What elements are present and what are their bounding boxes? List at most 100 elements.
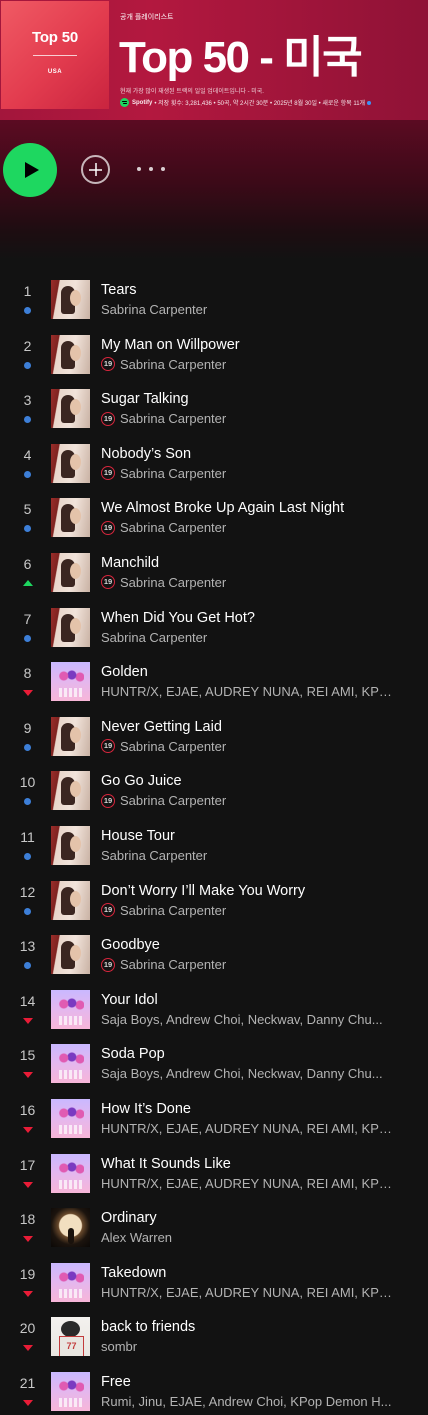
track-artist[interactable]: Saja Boys, Andrew Choi, Neckwav, Danny C… — [101, 1066, 383, 1081]
track-artist-line: 19 Sabrina Carpenter — [101, 466, 393, 481]
track-number: 19 — [19, 1265, 36, 1282]
album-art[interactable] — [51, 1371, 90, 1411]
track-artist[interactable]: Sabrina Carpenter — [120, 520, 226, 535]
track-title[interactable]: Ordinary — [101, 1210, 157, 1226]
track-row[interactable]: 7 When Did You Get Hot? Sabrina Carpenter — [0, 605, 428, 660]
album-art[interactable] — [51, 1098, 90, 1138]
track-artist[interactable]: HUNTR/X, EJAE, AUDREY NUNA, REI AMI, KPo… — [101, 684, 393, 699]
track-row[interactable]: 11 House Tour Sabrina Carpenter — [0, 823, 428, 878]
album-art[interactable] — [51, 280, 90, 319]
more-options-button[interactable] — [137, 167, 165, 173]
track-title[interactable]: Nobody’s Son — [101, 446, 191, 462]
playlist-cover[interactable]: Top 50 USA — [1, 1, 109, 109]
track-row[interactable]: 15 Soda Pop Saja Boys, Andrew Choi, Neckwa… — [0, 1041, 428, 1096]
track-artist[interactable]: sombr — [101, 1339, 137, 1354]
album-art[interactable] — [51, 989, 90, 1029]
owner-link[interactable]: Spotify — [132, 100, 152, 106]
track-row[interactable]: 13 Goodbye 19 Sabrina Carpenter — [0, 932, 428, 987]
track-artist[interactable]: Saja Boys, Andrew Choi, Neckwav, Danny C… — [101, 1012, 383, 1027]
track-title[interactable]: Takedown — [101, 1265, 166, 1281]
album-art[interactable] — [51, 389, 90, 429]
track-title[interactable]: Never Getting Laid — [101, 719, 222, 735]
track-artist[interactable]: Rumi, Jinu, EJAE, Andrew Choi, KPop Demo… — [101, 1394, 391, 1409]
track-row[interactable]: 19 Takedown HUNTR/X, EJAE, AUDREY NUNA, RE… — [0, 1260, 428, 1315]
track-artist[interactable]: Sabrina Carpenter — [120, 793, 226, 808]
track-title[interactable]: When Did You Get Hot? — [101, 610, 255, 626]
play-button[interactable] — [3, 143, 57, 197]
rank-down-icon — [23, 1399, 33, 1406]
track-number: 12 — [19, 883, 36, 900]
album-art[interactable] — [51, 1208, 90, 1248]
album-art[interactable] — [51, 825, 90, 865]
track-artist[interactable]: Sabrina Carpenter — [120, 411, 226, 426]
track-row[interactable]: 20 back to friends sombr — [0, 1314, 428, 1369]
track-row[interactable]: 6 Manchild 19 Sabrina Carpenter — [0, 550, 428, 605]
track-artist[interactable]: HUNTR/X, EJAE, AUDREY NUNA, REI AMI, KPo… — [101, 1176, 393, 1191]
album-art[interactable] — [51, 1153, 90, 1193]
track-title[interactable]: Go Go Juice — [101, 773, 182, 789]
track-title[interactable]: Golden — [101, 664, 148, 680]
track-row[interactable]: 3 Sugar Talking 19 Sabrina Carpenter — [0, 386, 428, 441]
album-art[interactable] — [51, 1262, 90, 1302]
track-title[interactable]: Soda Pop — [101, 1046, 165, 1062]
album-art[interactable] — [51, 716, 90, 756]
track-title[interactable]: How It’s Done — [101, 1101, 191, 1117]
playlist-meta: Spotify • 저장 횟수: 3,281,436 • 50곡, 약 2시간 … — [120, 98, 372, 107]
album-art[interactable] — [51, 771, 90, 811]
album-art[interactable] — [51, 662, 90, 702]
track-number: 11 — [20, 828, 35, 845]
album-art[interactable] — [51, 498, 90, 538]
track-artist[interactable]: HUNTR/X, EJAE, AUDREY NUNA, REI AMI, KPo… — [101, 1121, 393, 1136]
track-title[interactable]: Sugar Talking — [101, 391, 189, 407]
rank-same-icon — [24, 361, 31, 369]
track-row[interactable]: 5 We Almost Broke Up Again Last Night 19 Sa… — [0, 495, 428, 550]
track-row[interactable]: 18 Ordinary Alex Warren — [0, 1205, 428, 1260]
track-artist[interactable]: Sabrina Carpenter — [120, 903, 226, 918]
rank-down-icon — [23, 1236, 33, 1243]
track-artist[interactable]: Alex Warren — [101, 1230, 172, 1245]
track-row[interactable]: 12 Don’t Worry I’ll Make You Worry 19 Sabri… — [0, 878, 428, 933]
album-art[interactable] — [51, 334, 90, 374]
add-to-library-button[interactable] — [81, 155, 110, 184]
track-title[interactable]: What It Sounds Like — [101, 1156, 231, 1172]
track-artist[interactable]: Sabrina Carpenter — [120, 575, 226, 590]
track-row[interactable]: 8 Golden HUNTR/X, EJAE, AUDREY NUNA, REI A… — [0, 659, 428, 714]
album-art[interactable] — [51, 552, 90, 592]
track-artist[interactable]: Sabrina Carpenter — [120, 466, 226, 481]
album-art[interactable] — [51, 443, 90, 483]
track-title[interactable]: Goodbye — [101, 937, 160, 953]
track-row[interactable]: 4 Nobody’s Son 19 Sabrina Carpenter — [0, 441, 428, 496]
track-title[interactable]: We Almost Broke Up Again Last Night — [101, 500, 344, 516]
track-artist[interactable]: Sabrina Carpenter — [101, 848, 207, 863]
track-row[interactable]: 16 How It’s Done HUNTR/X, EJAE, AUDREY NUN… — [0, 1096, 428, 1151]
album-art[interactable] — [51, 1317, 90, 1357]
track-artist-line: 19 Sabrina Carpenter — [101, 411, 393, 426]
track-artist[interactable]: Sabrina Carpenter — [120, 739, 226, 754]
track-title[interactable]: Manchild — [101, 555, 159, 571]
track-row[interactable]: 14 Your Idol Saja Boys, Andrew Choi, Neckw… — [0, 987, 428, 1042]
track-row[interactable]: 2 My Man on Willpower 19 Sabrina Carpenter — [0, 332, 428, 387]
track-row[interactable]: 9 Never Getting Laid 19 Sabrina Carpenter — [0, 714, 428, 769]
track-title[interactable]: My Man on Willpower — [101, 337, 240, 353]
track-artist[interactable]: Sabrina Carpenter — [101, 630, 207, 645]
track-title[interactable]: House Tour — [101, 828, 175, 844]
track-artist[interactable]: Sabrina Carpenter — [120, 957, 226, 972]
track-artist[interactable]: Sabrina Carpenter — [101, 302, 207, 317]
track-title[interactable]: back to friends — [101, 1319, 195, 1335]
track-row[interactable]: 10 Go Go Juice 19 Sabrina Carpenter — [0, 768, 428, 823]
track-row[interactable]: 21 Free Rumi, Jinu, EJAE, Andrew Choi, KPo… — [0, 1369, 428, 1415]
track-title[interactable]: Free — [101, 1374, 131, 1390]
album-art[interactable] — [51, 880, 90, 920]
track-artist[interactable]: Sabrina Carpenter — [120, 357, 226, 372]
album-art[interactable] — [51, 1044, 90, 1084]
track-artist[interactable]: HUNTR/X, EJAE, AUDREY NUNA, REI AMI, KPo… — [101, 1285, 393, 1300]
album-art[interactable] — [51, 935, 90, 975]
track-artist-line: Sabrina Carpenter — [101, 848, 393, 863]
track-title[interactable]: Don’t Worry I’ll Make You Worry — [101, 883, 305, 899]
track-title[interactable]: Tears — [101, 282, 136, 298]
track-title[interactable]: Your Idol — [101, 992, 158, 1008]
track-row[interactable]: 1 Tears Sabrina Carpenter — [0, 277, 428, 332]
track-row[interactable]: 17 What It Sounds Like HUNTR/X, EJAE, AUDR… — [0, 1151, 428, 1206]
track-artist-line: HUNTR/X, EJAE, AUDREY NUNA, REI AMI, KPo… — [101, 1285, 393, 1300]
album-art[interactable] — [51, 607, 90, 647]
